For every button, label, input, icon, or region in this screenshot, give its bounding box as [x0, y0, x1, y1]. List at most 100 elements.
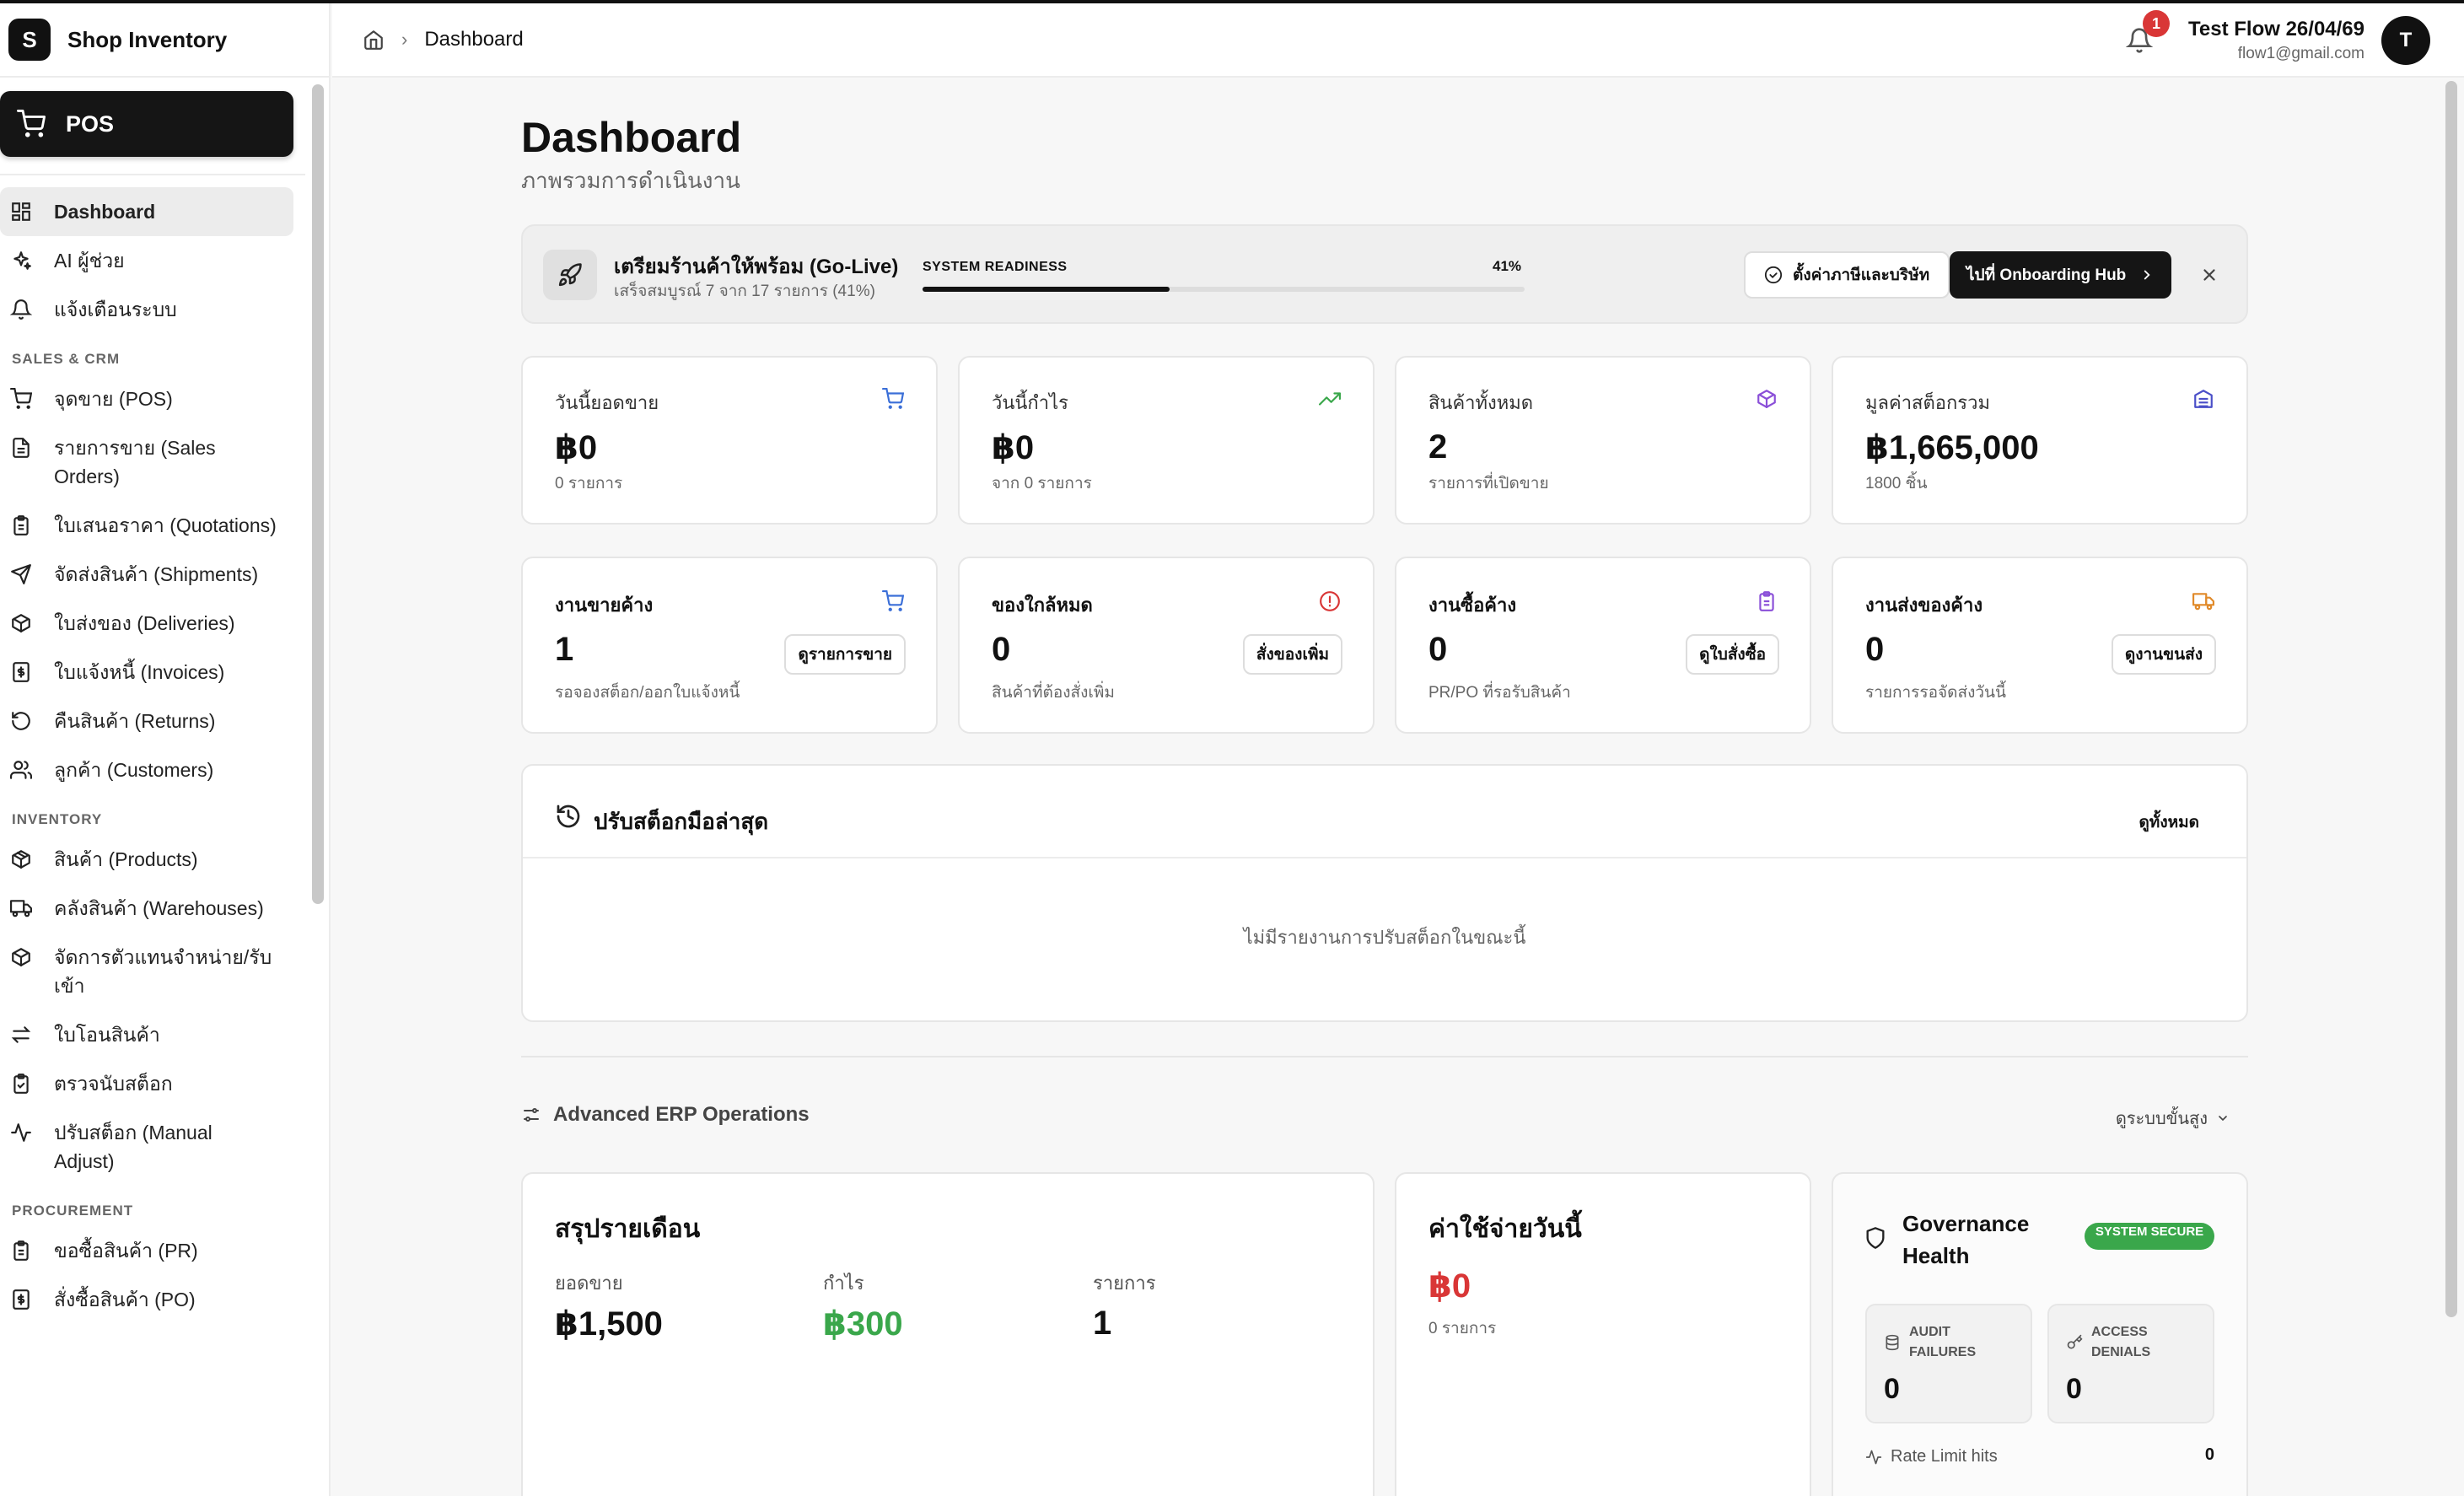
- cart-icon: [10, 388, 32, 409]
- sidebar-section-title: SALES & CRM: [12, 351, 121, 367]
- package-icon: [12, 614, 30, 632]
- sidebar-item-deliveries[interactable]: ใบส่งของ (Deliveries): [0, 599, 293, 648]
- invoice-icon: [13, 1289, 30, 1310]
- golive-subtitle: เสร็จสมบูรณ์ 7 จาก 17 รายการ (41%): [614, 283, 875, 300]
- task-value: 0: [992, 631, 1011, 668]
- stat-value: 2: [1428, 428, 1448, 465]
- sidebar-item-manual-adjust[interactable]: ปรับสต็อก (Manual Adjust): [0, 1108, 293, 1186]
- brand-name: Shop Inventory: [67, 26, 228, 52]
- view-all-link[interactable]: ดูทั้งหมด: [2139, 810, 2199, 835]
- pos-button[interactable]: POS: [0, 91, 293, 157]
- rate-limit-value: 0: [2204, 1445, 2214, 1464]
- notifications-button[interactable]: 1: [2121, 10, 2171, 59]
- task-sub: PR/PO ที่รอรับสินค้า: [1428, 684, 1571, 702]
- task-label: งานส่งของค้าง: [1865, 595, 1983, 616]
- onboarding-hub-button[interactable]: ไปที่ Onboarding Hub: [1950, 251, 2172, 299]
- section-divider: [521, 1056, 2248, 1057]
- main-scrollbar[interactable]: [2445, 81, 2457, 1317]
- sidebar-item-distributors[interactable]: จัดการตัวแทนจำหน่าย/รับเข้า: [0, 933, 293, 1010]
- erp-section-title: Advanced ERP Operations: [553, 1103, 810, 1126]
- today-expense-sub: 0 รายการ: [1428, 1320, 1497, 1337]
- advanced-toggle[interactable]: ดูระบบขั้นสูง: [2116, 1105, 2230, 1132]
- avatar[interactable]: T: [2381, 16, 2430, 65]
- rocket-icon: [558, 263, 582, 287]
- sidebar-item-warehouses[interactable]: คลังสินค้า (Warehouses): [0, 884, 293, 933]
- sidebar-nav: POS Dashboard AI ผู้ช่วย แจ้งเตือนระบบ S…: [0, 81, 305, 1496]
- sidebar-item-invoices[interactable]: ใบแจ้งหนี้ (Invoices): [0, 648, 293, 697]
- clipboard-icon: [13, 515, 29, 535]
- breadcrumb-current: Dashboard: [424, 28, 524, 51]
- sidebar-item-shipments[interactable]: จัดส่งสินค้า (Shipments): [0, 550, 293, 599]
- clipboard-check-icon: [13, 1074, 29, 1094]
- monthly-sales-label: ยอดขาย: [555, 1273, 623, 1294]
- view-purchase-orders-button[interactable]: ดูใบสั่งซื้อ: [1686, 634, 1779, 675]
- today-expense-card: ค่าใช้จ่ายวันนี้ ฿0 0 รายการ: [1395, 1172, 1811, 1496]
- view-shipments-button[interactable]: ดูงานขนส่ง: [2111, 634, 2216, 675]
- monthly-profit-value: ฿300: [823, 1305, 903, 1343]
- sidebar-item-quotations[interactable]: ใบเสนอราคา (Quotations): [0, 501, 293, 550]
- history-icon: [557, 805, 580, 828]
- brand-logo: S: [8, 19, 51, 61]
- warehouse-icon: [2194, 390, 2213, 408]
- home-icon[interactable]: [363, 29, 385, 51]
- access-denials-value: 0: [2066, 1373, 2082, 1405]
- cart-icon: [17, 110, 46, 137]
- sidebar-item-label: ใบแจ้งหนี้ (Invoices): [54, 661, 225, 683]
- sidebar-divider: [0, 174, 305, 175]
- golive-banner: เตรียมร้านค้าให้พร้อม (Go-Live) เสร็จสมบ…: [521, 224, 2248, 324]
- alert-circle-icon: [1320, 591, 1340, 611]
- sidebar-item-purchase-orders[interactable]: สั่งซื้อสินค้า (PO): [0, 1275, 293, 1324]
- sidebar-item-label: ขอซื้อสินค้า (PR): [54, 1240, 198, 1262]
- sidebar-item-dashboard[interactable]: Dashboard: [0, 187, 293, 236]
- truck-icon: [2192, 593, 2214, 611]
- sidebar-item-sales-orders[interactable]: รายการขาย (Sales Orders): [0, 423, 293, 501]
- sidebar-item-notifications[interactable]: แจ้งเตือนระบบ: [0, 285, 293, 334]
- trending-up-icon: [1319, 392, 1341, 406]
- sidebar-scrollbar[interactable]: [312, 84, 324, 904]
- close-banner-button[interactable]: [2194, 260, 2225, 290]
- sidebar-item-returns[interactable]: คืนสินค้า (Returns): [0, 697, 293, 745]
- reorder-button[interactable]: สั่งของเพิ่ม: [1242, 634, 1342, 675]
- sidebar-item-purchase-requests[interactable]: ขอซื้อสินค้า (PR): [0, 1226, 293, 1275]
- key-icon: [2067, 1334, 2083, 1349]
- sidebar-item-pos[interactable]: จุดขาย (POS): [0, 374, 293, 423]
- sparkles-icon: [13, 251, 31, 270]
- clipboard-icon: [1759, 591, 1774, 611]
- sidebar-item-label: ใบเสนอราคา (Quotations): [54, 514, 277, 536]
- sidebar-item-products[interactable]: สินค้า (Products): [0, 835, 293, 884]
- monthly-profit-label: กำไร: [823, 1273, 864, 1294]
- monthly-sales: ยอดขาย ฿1,500: [555, 1268, 663, 1343]
- invoice-icon: [13, 662, 30, 682]
- sidebar-item-label: สั่งซื้อสินค้า (PO): [54, 1289, 196, 1310]
- stat-label: มูลค่าสต็อกรวม: [1865, 392, 1990, 413]
- stat-sub: 1800 ชิ้น: [1865, 475, 1928, 492]
- bell-icon: [10, 299, 32, 320]
- close-icon: [2203, 269, 2215, 281]
- sidebar-item-transfers[interactable]: ใบโอนสินค้า: [0, 1010, 293, 1059]
- sidebar-item-label: คืนสินค้า (Returns): [54, 710, 216, 732]
- brand[interactable]: S Shop Inventory: [0, 3, 329, 78]
- governance-health-card: Governance Health SYSTEM SECURE AUDIT FA…: [1832, 1172, 2248, 1496]
- tax-company-settings-button[interactable]: ตั้งค่าภาษีและบริษัท: [1744, 251, 1950, 299]
- sidebar-item-customers[interactable]: ลูกค้า (Customers): [0, 745, 293, 794]
- monthly-sales-value: ฿1,500: [555, 1305, 663, 1343]
- sidebar-item-label: ปรับสต็อก (Manual Adjust): [54, 1122, 213, 1172]
- access-denials-label: ACCESS DENIALS: [2091, 1325, 2151, 1359]
- sidebar-item-ai-assistant[interactable]: AI ผู้ช่วย: [0, 236, 293, 285]
- view-sales-button[interactable]: ดูรายการขาย: [784, 634, 906, 675]
- user-info[interactable]: Test Flow 26/04/69 flow1@gmail.com: [2188, 18, 2364, 63]
- check-circle-icon: [1764, 266, 1783, 284]
- task-value: 0: [1865, 631, 1885, 668]
- page-title: Dashboard: [521, 114, 742, 161]
- sidebar: S Shop Inventory POS Dashboard AI ผู้ช่ว…: [0, 3, 331, 1496]
- stat-label: วันนี้กำไร: [992, 392, 1068, 413]
- sidebar-item-stock-count[interactable]: ตรวจนับสต็อก: [0, 1059, 293, 1108]
- audit-failures-value: 0: [1884, 1373, 1900, 1405]
- task-sub: รายการรอจัดส่งวันนี้: [1865, 684, 2006, 702]
- monthly-summary-card: สรุปรายเดือน ยอดขาย ฿1,500 กำไร ฿300 ราย…: [521, 1172, 1375, 1496]
- monthly-profit: กำไร ฿300: [823, 1268, 903, 1343]
- today-expense-value: ฿0: [1428, 1267, 1471, 1305]
- sidebar-section-title: INVENTORY: [12, 811, 103, 827]
- stat-label: วันนี้ยอดขาย: [555, 392, 659, 413]
- user-name: Test Flow 26/04/69: [2188, 18, 2364, 40]
